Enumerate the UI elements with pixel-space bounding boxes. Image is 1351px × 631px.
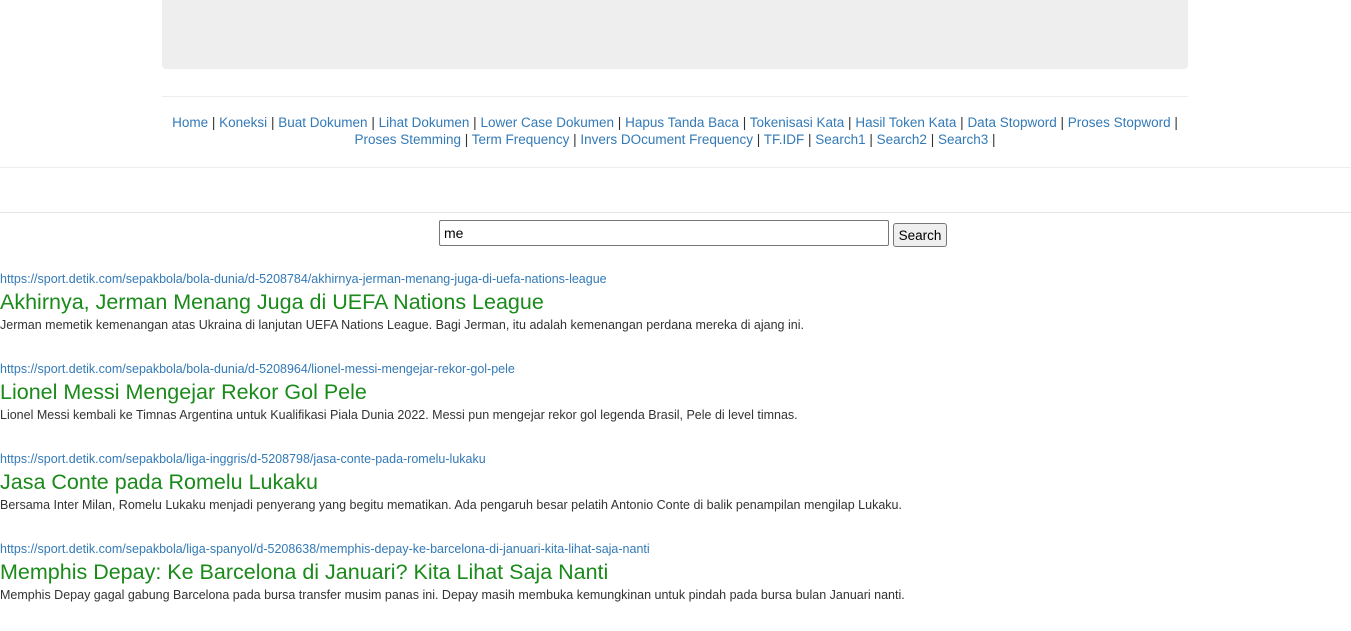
divider <box>162 96 1188 97</box>
result-snippet: Jerman memetik kemenangan atas Ukraina d… <box>0 318 804 332</box>
nav-link-proses-stemming[interactable]: Proses Stemming <box>354 132 461 147</box>
nav-separator: | <box>869 132 873 147</box>
result-title-link[interactable]: Akhirnya, Jerman Menang Juga di UEFA Nat… <box>0 287 1300 317</box>
nav-separator: | <box>848 115 852 130</box>
search-input[interactable] <box>439 220 889 246</box>
result-url-link[interactable]: https://sport.detik.com/sepakbola/bola-d… <box>0 361 1300 377</box>
nav-link-lihat-dokumen[interactable]: Lihat Dokumen <box>379 115 470 130</box>
nav-separator: | <box>960 115 964 130</box>
nav-link-search3[interactable]: Search3 <box>938 132 988 147</box>
nav-link-hasil-token-kata[interactable]: Hasil Token Kata <box>855 115 956 130</box>
result-url-link[interactable]: https://sport.detik.com/sepakbola/liga-s… <box>0 541 1300 557</box>
result-snippet: Bersama Inter Milan, Romelu Lukaku menja… <box>0 498 902 512</box>
nav-link-koneksi[interactable]: Koneksi <box>219 115 267 130</box>
nav-link-term-frequency[interactable]: Term Frequency <box>472 132 570 147</box>
nav-link-search2[interactable]: Search2 <box>877 132 927 147</box>
result-snippet: Memphis Depay gagal gabung Barcelona pad… <box>0 588 905 602</box>
nav-link-home[interactable]: Home <box>172 115 208 130</box>
search-result-item: https://sport.detik.com/sepakbola/bola-d… <box>0 361 1300 451</box>
nav-link-search1[interactable]: Search1 <box>815 132 865 147</box>
nav-separator: | <box>742 115 747 130</box>
nav-link-tokenisasi-kata[interactable]: Tokenisasi Kata <box>750 115 845 130</box>
result-title-link[interactable]: Memphis Depay: Ke Barcelona di Januari? … <box>0 557 1300 587</box>
nav-link-data-stopword[interactable]: Data Stopword <box>967 115 1056 130</box>
result-url-link[interactable]: https://sport.detik.com/sepakbola/liga-i… <box>0 451 1300 467</box>
nav-separator: | <box>617 115 622 130</box>
nav-link-tf-idf[interactable]: TF.IDF <box>764 132 805 147</box>
nav-separator: | <box>808 132 812 147</box>
nav-separator: | <box>756 132 761 147</box>
result-title-link[interactable]: Lionel Messi Mengejar Rekor Gol Pele <box>0 377 1300 407</box>
nav-separator: | <box>464 132 469 147</box>
header-jumbotron <box>162 0 1188 69</box>
search-results: https://sport.detik.com/sepakbola/bola-d… <box>0 271 1300 631</box>
result-title-link[interactable]: Jasa Conte pada Romelu Lukaku <box>0 467 1300 497</box>
nav-separator: | <box>270 115 275 130</box>
search-button[interactable]: Search <box>893 223 947 247</box>
result-url-link[interactable]: https://sport.detik.com/sepakbola/bola-d… <box>0 271 1300 287</box>
divider <box>0 167 1351 168</box>
nav-separator: | <box>211 115 216 130</box>
nav-link-proses-stopword[interactable]: Proses Stopword <box>1068 115 1171 130</box>
divider <box>0 212 1351 213</box>
nav-separator: | <box>1174 115 1178 130</box>
nav-separator: | <box>573 132 577 147</box>
nav-separator: | <box>1060 115 1065 130</box>
nav-link-invers-document-frequency[interactable]: Invers DOcument Frequency <box>580 132 753 147</box>
nav-link-lower-case-dokumen[interactable]: Lower Case Dokumen <box>480 115 614 130</box>
nav-separator: | <box>992 132 996 147</box>
nav-separator: | <box>930 132 935 147</box>
nav-separator: | <box>473 115 477 130</box>
search-result-item: https://sport.detik.com/sepakbola/liga-i… <box>0 451 1300 541</box>
result-snippet: Lionel Messi kembali ke Timnas Argentina… <box>0 408 798 422</box>
nav-menu: Home | Koneksi | Buat Dokumen | Lihat Do… <box>170 114 1180 148</box>
search-result-item: https://sport.detik.com/sepakbola/liga-s… <box>0 541 1300 631</box>
nav-link-hapus-tanda-baca[interactable]: Hapus Tanda Baca <box>625 115 739 130</box>
nav-separator: | <box>371 115 375 130</box>
search-result-item: https://sport.detik.com/sepakbola/bola-d… <box>0 271 1300 361</box>
nav-link-buat-dokumen[interactable]: Buat Dokumen <box>278 115 367 130</box>
